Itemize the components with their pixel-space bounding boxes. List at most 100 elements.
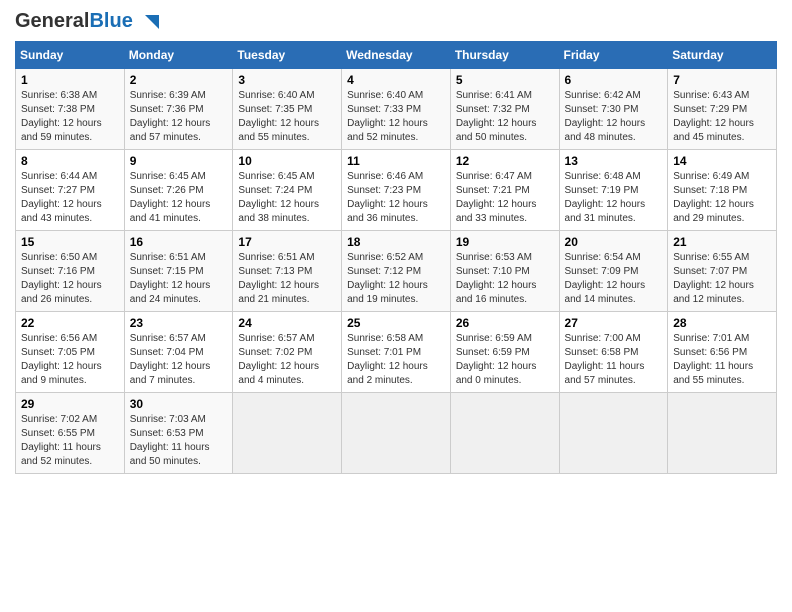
weekday-header-thursday: Thursday [450, 42, 559, 69]
day-number: 18 [347, 235, 445, 249]
calendar-cell: 27 Sunrise: 7:00 AM Sunset: 6:58 PM Dayli… [559, 312, 668, 393]
calendar-cell: 9 Sunrise: 6:45 AM Sunset: 7:26 PM Daylig… [124, 150, 233, 231]
calendar-cell: 29Sunrise: 7:02 AM Sunset: 6:55 PM Dayli… [16, 393, 125, 474]
day-number: 26 [456, 316, 554, 330]
day-info: Sunrise: 6:55 AM Sunset: 7:07 PM Dayligh… [673, 251, 771, 307]
calendar-cell: 30 Sunrise: 7:03 AM Sunset: 6:53 PM Dayli… [124, 393, 233, 474]
day-number: 12 [456, 154, 554, 168]
calendar-cell: 24 Sunrise: 6:57 AM Sunset: 7:02 PM Dayli… [233, 312, 342, 393]
calendar-cell: 10 Sunrise: 6:45 AM Sunset: 7:24 PM Dayli… [233, 150, 342, 231]
calendar-cell [342, 393, 451, 474]
day-number: 6 [565, 73, 663, 87]
calendar-cell [233, 393, 342, 474]
day-info: Sunrise: 6:57 AM Sunset: 7:02 PM Dayligh… [238, 332, 336, 388]
day-info: Sunrise: 7:00 AM Sunset: 6:58 PM Dayligh… [565, 332, 663, 388]
day-number: 8 [21, 154, 119, 168]
calendar-cell: 16Sunrise: 6:51 AM Sunset: 7:15 PM Dayli… [124, 231, 233, 312]
day-number: 4 [347, 73, 445, 87]
day-info: Sunrise: 6:53 AM Sunset: 7:10 PM Dayligh… [456, 251, 554, 307]
day-number: 17 [238, 235, 336, 249]
day-info: Sunrise: 6:38 AM Sunset: 7:38 PM Dayligh… [21, 89, 119, 145]
calendar-cell: 1 Sunrise: 6:38 AM Sunset: 7:38 PM Daylig… [16, 69, 125, 150]
day-number: 15 [21, 235, 119, 249]
day-info: Sunrise: 6:51 AM Sunset: 7:13 PM Dayligh… [238, 251, 336, 307]
day-info: Sunrise: 6:40 AM Sunset: 7:35 PM Dayligh… [238, 89, 336, 145]
logo-general-text: GeneralBlue [15, 10, 133, 33]
day-number: 25 [347, 316, 445, 330]
day-info: Sunrise: 7:03 AM Sunset: 6:53 PM Dayligh… [130, 413, 228, 469]
day-info: Sunrise: 6:50 AM Sunset: 7:16 PM Dayligh… [21, 251, 119, 307]
day-number: 13 [565, 154, 663, 168]
weekday-header-friday: Friday [559, 42, 668, 69]
day-info: Sunrise: 6:45 AM Sunset: 7:24 PM Dayligh… [238, 170, 336, 226]
day-info: Sunrise: 6:49 AM Sunset: 7:18 PM Dayligh… [673, 170, 771, 226]
calendar-cell: 7 Sunrise: 6:43 AM Sunset: 7:29 PM Daylig… [668, 69, 777, 150]
day-info: Sunrise: 6:45 AM Sunset: 7:26 PM Dayligh… [130, 170, 228, 226]
calendar-cell: 23Sunrise: 6:57 AM Sunset: 7:04 PM Dayli… [124, 312, 233, 393]
day-info: Sunrise: 7:01 AM Sunset: 6:56 PM Dayligh… [673, 332, 771, 388]
calendar-cell: 2 Sunrise: 6:39 AM Sunset: 7:36 PM Daylig… [124, 69, 233, 150]
calendar-cell: 21 Sunrise: 6:55 AM Sunset: 7:07 PM Dayli… [668, 231, 777, 312]
day-info: Sunrise: 7:02 AM Sunset: 6:55 PM Dayligh… [21, 413, 119, 469]
calendar-cell: 4 Sunrise: 6:40 AM Sunset: 7:33 PM Daylig… [342, 69, 451, 150]
day-number: 30 [130, 397, 228, 411]
calendar-cell: 26Sunrise: 6:59 AM Sunset: 6:59 PM Dayli… [450, 312, 559, 393]
day-info: Sunrise: 6:40 AM Sunset: 7:33 PM Dayligh… [347, 89, 445, 145]
calendar-cell: 5 Sunrise: 6:41 AM Sunset: 7:32 PM Daylig… [450, 69, 559, 150]
calendar-cell: 25Sunrise: 6:58 AM Sunset: 7:01 PM Dayli… [342, 312, 451, 393]
logo: GeneralBlue [15, 10, 159, 33]
day-number: 5 [456, 73, 554, 87]
day-info: Sunrise: 6:56 AM Sunset: 7:05 PM Dayligh… [21, 332, 119, 388]
calendar-table: SundayMondayTuesdayWednesdayThursdayFrid… [15, 41, 777, 474]
day-number: 9 [130, 154, 228, 168]
calendar-cell: 19 Sunrise: 6:53 AM Sunset: 7:10 PM Dayli… [450, 231, 559, 312]
day-info: Sunrise: 6:39 AM Sunset: 7:36 PM Dayligh… [130, 89, 228, 145]
page-header: GeneralBlue [15, 10, 777, 33]
day-number: 19 [456, 235, 554, 249]
calendar-cell: 11 Sunrise: 6:46 AM Sunset: 7:23 PM Dayli… [342, 150, 451, 231]
day-number: 3 [238, 73, 336, 87]
day-info: Sunrise: 6:47 AM Sunset: 7:21 PM Dayligh… [456, 170, 554, 226]
day-info: Sunrise: 6:41 AM Sunset: 7:32 PM Dayligh… [456, 89, 554, 145]
calendar-cell: 20 Sunrise: 6:54 AM Sunset: 7:09 PM Dayli… [559, 231, 668, 312]
weekday-header-saturday: Saturday [668, 42, 777, 69]
week-row-2: 8 Sunrise: 6:44 AM Sunset: 7:27 PM Daylig… [16, 150, 777, 231]
day-number: 27 [565, 316, 663, 330]
calendar-cell: 17 Sunrise: 6:51 AM Sunset: 7:13 PM Dayli… [233, 231, 342, 312]
day-number: 24 [238, 316, 336, 330]
day-number: 21 [673, 235, 771, 249]
day-info: Sunrise: 6:44 AM Sunset: 7:27 PM Dayligh… [21, 170, 119, 226]
calendar-cell [668, 393, 777, 474]
weekday-header-tuesday: Tuesday [233, 42, 342, 69]
day-number: 10 [238, 154, 336, 168]
weekday-header-sunday: Sunday [16, 42, 125, 69]
day-number: 1 [21, 73, 119, 87]
calendar-cell [559, 393, 668, 474]
day-info: Sunrise: 6:42 AM Sunset: 7:30 PM Dayligh… [565, 89, 663, 145]
day-info: Sunrise: 6:48 AM Sunset: 7:19 PM Dayligh… [565, 170, 663, 226]
day-info: Sunrise: 6:43 AM Sunset: 7:29 PM Dayligh… [673, 89, 771, 145]
day-number: 7 [673, 73, 771, 87]
calendar-cell: 15 Sunrise: 6:50 AM Sunset: 7:16 PM Dayli… [16, 231, 125, 312]
week-row-5: 29Sunrise: 7:02 AM Sunset: 6:55 PM Dayli… [16, 393, 777, 474]
calendar-cell: 12 Sunrise: 6:47 AM Sunset: 7:21 PM Dayli… [450, 150, 559, 231]
day-number: 2 [130, 73, 228, 87]
calendar-cell: 22Sunrise: 6:56 AM Sunset: 7:05 PM Dayli… [16, 312, 125, 393]
week-row-1: 1 Sunrise: 6:38 AM Sunset: 7:38 PM Daylig… [16, 69, 777, 150]
day-info: Sunrise: 6:52 AM Sunset: 7:12 PM Dayligh… [347, 251, 445, 307]
day-number: 20 [565, 235, 663, 249]
day-number: 11 [347, 154, 445, 168]
weekday-header-monday: Monday [124, 42, 233, 69]
calendar-cell: 14Sunrise: 6:49 AM Sunset: 7:18 PM Dayli… [668, 150, 777, 231]
week-row-3: 15 Sunrise: 6:50 AM Sunset: 7:16 PM Dayli… [16, 231, 777, 312]
day-info: Sunrise: 6:46 AM Sunset: 7:23 PM Dayligh… [347, 170, 445, 226]
weekday-header-row: SundayMondayTuesdayWednesdayThursdayFrid… [16, 42, 777, 69]
calendar-cell: 3 Sunrise: 6:40 AM Sunset: 7:35 PM Daylig… [233, 69, 342, 150]
day-number: 23 [130, 316, 228, 330]
calendar-cell: 6 Sunrise: 6:42 AM Sunset: 7:30 PM Daylig… [559, 69, 668, 150]
day-number: 28 [673, 316, 771, 330]
day-info: Sunrise: 6:54 AM Sunset: 7:09 PM Dayligh… [565, 251, 663, 307]
calendar-cell: 13 Sunrise: 6:48 AM Sunset: 7:19 PM Dayli… [559, 150, 668, 231]
calendar-cell: 28 Sunrise: 7:01 AM Sunset: 6:56 PM Dayli… [668, 312, 777, 393]
weekday-header-wednesday: Wednesday [342, 42, 451, 69]
